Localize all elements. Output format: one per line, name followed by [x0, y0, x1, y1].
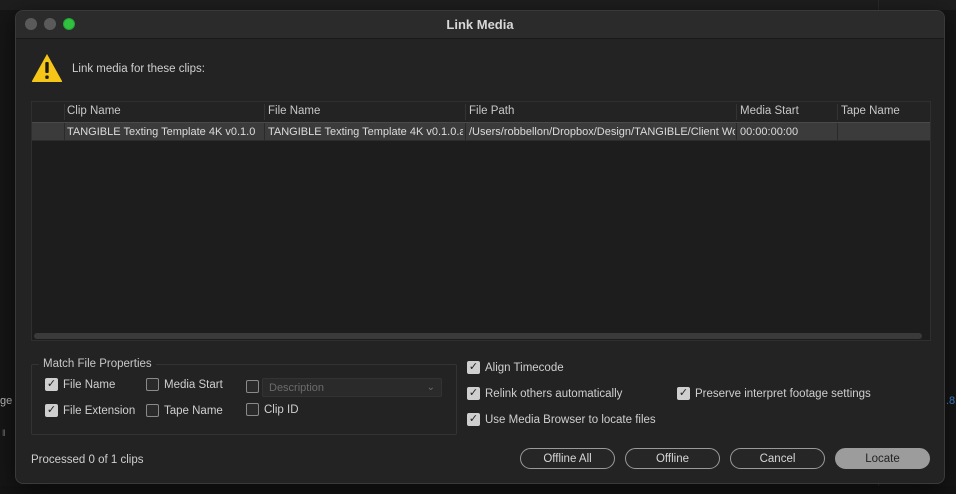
checkbox-label: Use Media Browser to locate files [485, 413, 656, 426]
checkbox-checked-icon[interactable]: ✓ [45, 404, 58, 417]
warning-icon [31, 54, 63, 82]
preserve-interpret-checkbox[interactable]: ✓ Preserve interpret footage settings [677, 387, 871, 400]
table-row[interactable]: TANGIBLE Texting Template 4K v0.1.0 TANG… [32, 122, 930, 141]
background-label: ge [0, 395, 13, 407]
cell-file-path: /Users/robbellon/Dropbox/Design/TANGIBLE… [469, 126, 735, 138]
dialog-title: Link Media [446, 17, 514, 32]
cell-separator [64, 123, 65, 141]
tape-name-checkbox[interactable]: Tape Name [146, 404, 223, 417]
column-separator [736, 104, 737, 120]
link-media-dialog: Link Media Link media for these clips: C… [15, 10, 945, 484]
checkbox-checked-icon[interactable]: ✓ [677, 387, 690, 400]
title-bar: Link Media [16, 11, 944, 39]
cell-separator [736, 123, 737, 141]
description-dropdown[interactable]: Description ⌄ [262, 378, 442, 397]
description-checkbox[interactable] [246, 380, 259, 393]
column-separator [837, 104, 838, 120]
table-header: Clip Name File Name File Path Media Star… [32, 102, 930, 122]
clip-id-checkbox[interactable]: Clip ID [246, 403, 299, 416]
checkbox-label: Clip ID [264, 403, 299, 416]
horizontal-scrollbar[interactable] [32, 331, 930, 340]
clips-table: Clip Name File Name File Path Media Star… [31, 101, 931, 341]
dropdown-value: Description [269, 381, 325, 394]
column-separator [64, 104, 65, 120]
match-file-properties-legend: Match File Properties [39, 358, 156, 370]
checkbox-label: Preserve interpret footage settings [695, 387, 871, 400]
cancel-button[interactable]: Cancel [730, 448, 825, 469]
column-separator [465, 104, 466, 120]
offline-all-button[interactable]: Offline All [520, 448, 615, 469]
background-toolbar [0, 0, 956, 10]
cell-separator [264, 123, 265, 141]
locate-button[interactable]: Locate [835, 448, 930, 469]
background-bottom-bar [0, 486, 956, 494]
background-value: .8 [946, 395, 956, 407]
checkbox-unchecked-icon[interactable] [146, 404, 159, 417]
checkbox-label: Align Timecode [485, 361, 564, 374]
chevron-down-icon: ⌄ [426, 382, 435, 393]
file-name-checkbox[interactable]: ✓ File Name [45, 378, 115, 391]
align-timecode-checkbox[interactable]: ✓ Align Timecode [467, 361, 564, 374]
column-header-clip-name[interactable]: Clip Name [67, 105, 121, 117]
checkbox-label: Media Start [164, 378, 223, 391]
checkbox-label: File Name [63, 378, 116, 391]
column-header-tape-name[interactable]: Tape Name [841, 105, 900, 117]
relink-others-checkbox[interactable]: ✓ Relink others automatically [467, 387, 622, 400]
column-header-media-start[interactable]: Media Start [740, 105, 799, 117]
cell-separator [837, 123, 838, 141]
checkbox-unchecked-icon[interactable] [146, 378, 159, 391]
checkbox-checked-icon[interactable]: ✓ [467, 387, 480, 400]
checkbox-checked-icon[interactable]: ✓ [45, 378, 58, 391]
column-header-file-name[interactable]: File Name [268, 105, 320, 117]
column-header-file-path[interactable]: File Path [469, 105, 514, 117]
media-start-checkbox[interactable]: Media Start [146, 378, 223, 391]
cell-file-name: TANGIBLE Texting Template 4K v0.1.0.aep [268, 126, 463, 138]
scrollbar-thumb[interactable] [34, 333, 922, 339]
offline-button[interactable]: Offline [625, 448, 720, 469]
checkbox-checked-icon[interactable]: ✓ [467, 413, 480, 426]
use-media-browser-checkbox[interactable]: ✓ Use Media Browser to locate files [467, 413, 656, 426]
checkbox-label: File Extension [63, 404, 136, 417]
dialog-prompt: Link media for these clips: [72, 63, 205, 75]
checkbox-unchecked-icon[interactable] [246, 403, 259, 416]
checkbox-checked-icon[interactable]: ✓ [467, 361, 480, 374]
file-extension-checkbox[interactable]: ✓ File Extension [45, 404, 135, 417]
cell-separator [465, 123, 466, 141]
column-separator [264, 104, 265, 120]
match-file-properties-group [31, 364, 457, 435]
checkbox-label: Relink others automatically [485, 387, 623, 400]
checkbox-unchecked-icon[interactable] [246, 380, 259, 393]
cell-clip-name: TANGIBLE Texting Template 4K v0.1.0 [67, 126, 256, 138]
checkbox-label: Tape Name [164, 404, 223, 417]
processing-status: Processed 0 of 1 clips [31, 454, 144, 466]
cell-media-start: 00:00:00:00 [740, 126, 799, 138]
